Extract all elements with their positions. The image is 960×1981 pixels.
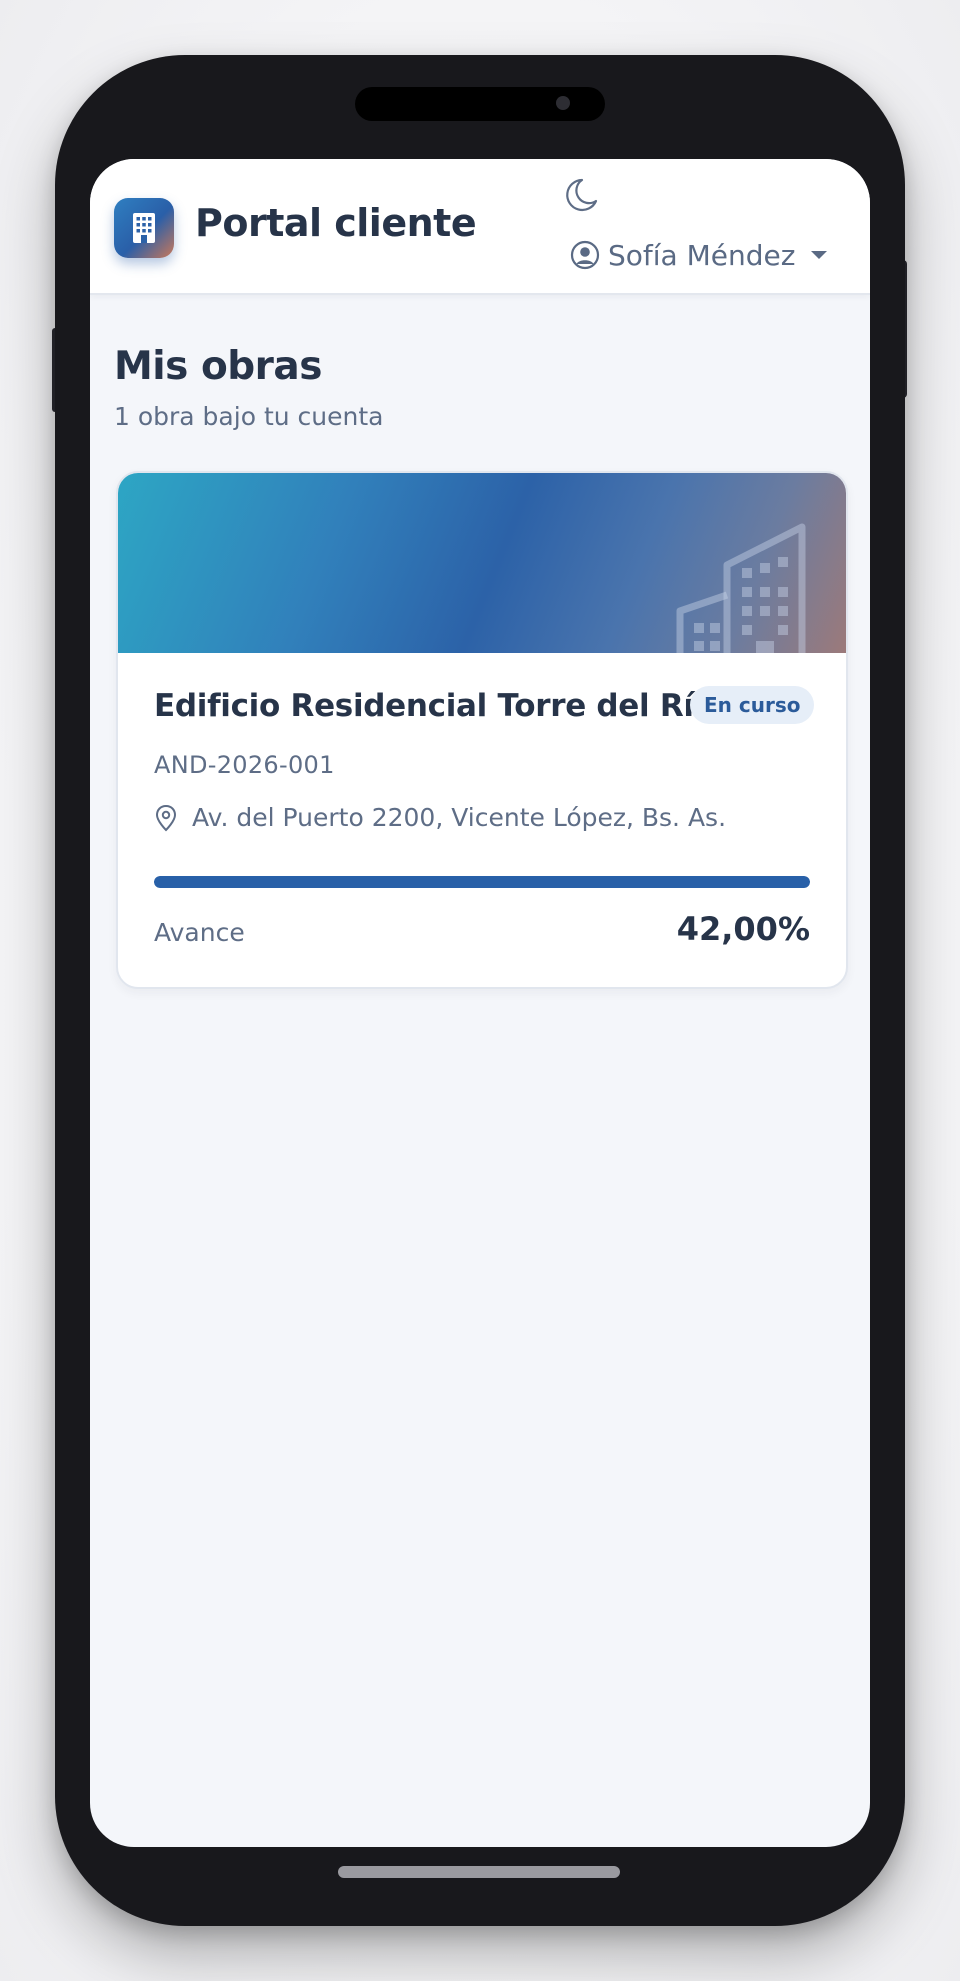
address-text: Av. del Puerto 2200, Vicente López, Bs. … xyxy=(192,803,727,832)
buildings-icon xyxy=(676,523,806,653)
app-screen: Portal cliente Sofía Méndez Mis obras 1 … xyxy=(90,159,870,1847)
front-camera xyxy=(556,96,570,110)
project-name: Edificio Residencial Torre del Río xyxy=(154,688,715,724)
progress-bar xyxy=(154,876,810,888)
phone-frame: Portal cliente Sofía Méndez Mis obras 1 … xyxy=(55,55,905,1926)
app-header: Portal cliente Sofía Méndez xyxy=(90,159,870,295)
page-title: Mis obras xyxy=(114,344,322,389)
project-card[interactable]: Edificio Residencial Torre del Río En cu… xyxy=(116,471,848,989)
user-name: Sofía Méndez xyxy=(608,238,796,272)
moon-icon xyxy=(566,178,598,212)
page-subtitle: 1 obra bajo tu cuenta xyxy=(114,402,384,431)
chevron-down-icon xyxy=(811,251,828,259)
page-stage: Portal cliente Sofía Méndez Mis obras 1 … xyxy=(0,0,960,1981)
project-address: Av. del Puerto 2200, Vicente López, Bs. … xyxy=(154,803,726,832)
app-logo[interactable] xyxy=(114,198,174,258)
progress-value: 42,00% xyxy=(676,910,810,948)
status-badge: En curso xyxy=(690,686,815,724)
project-code: AND-2026-001 xyxy=(154,751,335,779)
theme-toggle-button[interactable] xyxy=(560,175,600,215)
map-pin-icon xyxy=(155,804,177,831)
building-icon xyxy=(133,213,155,243)
project-banner xyxy=(118,473,846,653)
user-menu-dropdown[interactable]: Sofía Méndez xyxy=(570,235,828,275)
user-avatar-icon xyxy=(570,240,600,270)
app-title: Portal cliente xyxy=(195,201,477,245)
home-indicator[interactable] xyxy=(338,1866,620,1878)
progress-bar-fill xyxy=(154,876,810,888)
progress-label: Avance xyxy=(154,918,245,947)
